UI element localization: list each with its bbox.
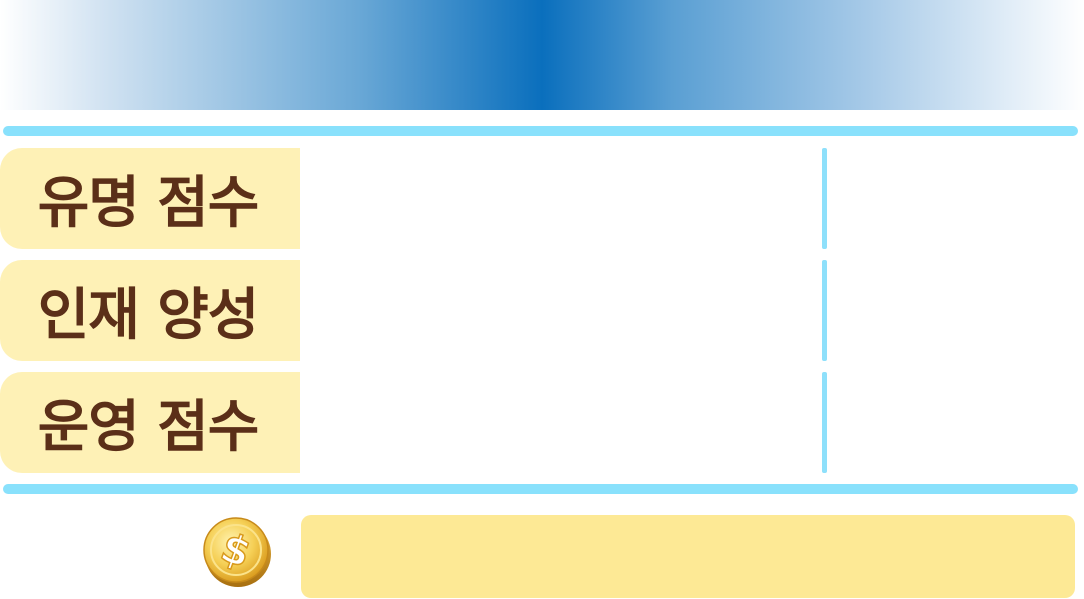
column-divider (822, 260, 827, 361)
fame-score-extra (830, 148, 1080, 249)
operation-score-value (300, 372, 820, 473)
operation-score-label-text: 운영 점수 (37, 395, 260, 460)
bottom-divider (3, 484, 1078, 494)
top-divider (3, 126, 1078, 136)
operation-score-extra (830, 372, 1080, 473)
fame-score-value (300, 148, 820, 249)
stat-row-fame: 유명 점수 (0, 148, 1084, 249)
talent-training-extra (830, 260, 1080, 361)
fame-score-label-text: 유명 점수 (37, 171, 260, 236)
column-divider (822, 372, 827, 473)
header-banner (0, 0, 1084, 110)
talent-training-value (300, 260, 820, 361)
operation-score-label: 운영 점수 (0, 372, 300, 473)
stat-row-operation: 운영 점수 (0, 372, 1084, 473)
talent-training-label: 인재 양성 (0, 260, 300, 361)
money-field (301, 515, 1075, 598)
stat-row-talent: 인재 양성 (0, 260, 1084, 361)
talent-training-label-text: 인재 양성 (37, 283, 260, 348)
column-divider (822, 148, 827, 249)
coin-dollar-icon: $ (202, 516, 272, 588)
fame-score-label: 유명 점수 (0, 148, 300, 249)
